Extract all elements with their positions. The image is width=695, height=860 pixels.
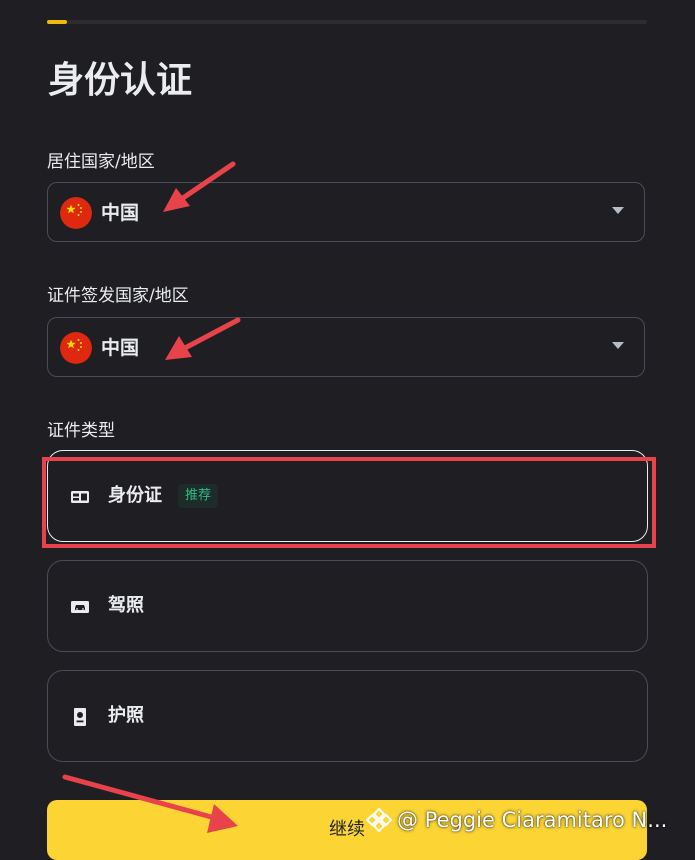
continue-button[interactable]: 继续	[47, 800, 647, 860]
residence-country-label: 居住国家/地区	[47, 152, 155, 172]
caret-down-icon	[612, 207, 624, 214]
caret-down-icon	[612, 342, 624, 349]
residence-country-select[interactable]: 中国	[47, 182, 645, 242]
doc-option-label: 驾照	[108, 595, 144, 616]
doc-option-label: 护照	[108, 705, 144, 726]
driver-license-icon	[70, 597, 90, 617]
page-title: 身份认证	[48, 60, 193, 101]
doc-option-passport[interactable]: 护照	[47, 670, 648, 762]
issuing-country-value: 中国	[101, 337, 140, 359]
doc-option-id-card[interactable]: 身份证 推荐	[47, 450, 648, 542]
doc-option-driver-license[interactable]: 驾照	[47, 560, 648, 652]
id-card-icon	[70, 487, 90, 507]
china-flag-icon	[60, 197, 92, 229]
doc-option-label: 身份证	[108, 485, 162, 506]
progress-bar-fill	[47, 20, 67, 24]
issuing-country-select[interactable]: 中国	[47, 317, 645, 377]
china-flag-icon	[60, 332, 92, 364]
issuing-country-label: 证件签发国家/地区	[47, 286, 189, 306]
recommended-badge: 推荐	[178, 484, 219, 508]
progress-bar	[47, 20, 647, 24]
passport-icon	[70, 707, 90, 727]
document-type-label: 证件类型	[47, 421, 115, 441]
residence-country-value: 中国	[101, 202, 140, 224]
continue-button-label: 继续	[329, 819, 365, 840]
